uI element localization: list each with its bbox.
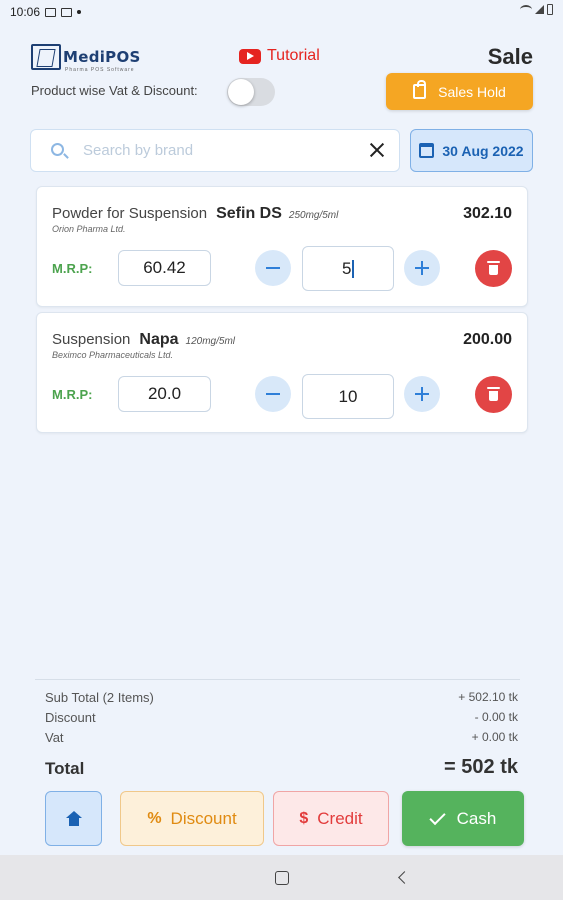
- shopping-bag-icon: [413, 80, 427, 99]
- quantity-value: 10: [338, 386, 358, 406]
- logo-text: MediPOS: [63, 48, 141, 66]
- logo-subtext: Pharma POS Software: [65, 67, 135, 73]
- product-name: Sefin DS: [216, 205, 282, 222]
- mrp-field[interactable]: 20.0: [118, 376, 211, 412]
- home-button[interactable]: [45, 791, 102, 846]
- product-name: Napa: [139, 331, 179, 348]
- product-company: Orion Pharma Ltd.: [52, 224, 126, 234]
- logo-mark-icon: [31, 44, 61, 70]
- total-value: = 502 tk: [444, 756, 518, 778]
- discount-button-label: Discount: [170, 808, 237, 828]
- product-line-total: 302.10: [463, 205, 512, 222]
- subtotal-label: Sub Total (2 Items): [45, 690, 154, 705]
- product-type: Powder for Suspension: [52, 205, 208, 222]
- gallery-notification-icon: [45, 7, 57, 17]
- vat-discount-toggle[interactable]: [227, 78, 275, 106]
- quantity-value: 5: [342, 258, 352, 278]
- credit-button-label: Credit: [317, 808, 363, 828]
- toggle-knob: [228, 79, 254, 105]
- system-nav-bar: [0, 855, 563, 900]
- calendar-icon: [419, 143, 435, 158]
- medipos-logo: MediPOS Pharma POS Software: [31, 44, 141, 73]
- decrease-quantity-button[interactable]: [255, 250, 291, 286]
- product-company: Beximco Pharmaceuticals Ltd.: [52, 350, 174, 360]
- notification-dot-icon: [77, 10, 82, 14]
- sales-hold-button[interactable]: Sales Hold: [386, 73, 533, 110]
- subtotal-value: + 502.10 tk: [458, 690, 518, 704]
- discount-label: Discount: [45, 710, 96, 725]
- signal-icon: [535, 5, 544, 14]
- status-time: 10:06: [10, 5, 41, 19]
- product-type: Suspension: [52, 331, 131, 348]
- status-bar: 10:06: [0, 0, 563, 24]
- quantity-field[interactable]: 10: [302, 374, 394, 419]
- search-input[interactable]: [83, 130, 363, 171]
- search-icon: [51, 143, 64, 156]
- product-line-total: 200.00: [463, 331, 512, 348]
- increase-quantity-button[interactable]: [404, 250, 440, 286]
- mrp-label: M.R.P:: [52, 261, 93, 276]
- delete-item-button[interactable]: [475, 376, 512, 413]
- trash-icon: [487, 261, 500, 275]
- check-icon: [429, 808, 446, 825]
- tutorial-link[interactable]: Tutorial: [239, 47, 320, 65]
- header: MediPOS Pharma POS Software Tutorial Sal…: [0, 40, 563, 110]
- delete-item-button[interactable]: [475, 250, 512, 287]
- tutorial-label: Tutorial: [267, 47, 320, 64]
- cash-button[interactable]: Cash: [402, 791, 524, 846]
- vat-value: + 0.00 tk: [471, 730, 518, 744]
- sales-hold-label: Sales Hold: [438, 83, 506, 100]
- mrp-value: 20.0: [147, 384, 182, 403]
- increase-quantity-button[interactable]: [404, 376, 440, 412]
- product-strength: 250mg/5ml: [288, 210, 339, 221]
- cart-item: Suspension Napa 120mg/5ml Beximco Pharma…: [36, 312, 528, 433]
- mail-notification-icon: [61, 7, 73, 17]
- discount-button[interactable]: % Discount: [120, 791, 264, 846]
- summary-divider: [35, 679, 520, 680]
- decrease-quantity-button[interactable]: [255, 376, 291, 412]
- total-label: Total: [45, 759, 85, 778]
- page-title: Sale: [487, 44, 533, 69]
- nav-home-icon[interactable]: [275, 871, 289, 885]
- mrp-field[interactable]: 60.42: [118, 250, 211, 286]
- mrp-label: M.R.P:: [52, 387, 93, 402]
- credit-button[interactable]: $ Credit: [273, 791, 389, 846]
- clear-search-icon[interactable]: [369, 142, 385, 158]
- vat-label: Vat: [45, 730, 64, 745]
- vat-discount-toggle-label: Product wise Vat & Discount:: [31, 83, 198, 98]
- battery-icon: [547, 4, 553, 15]
- date-picker-button[interactable]: 30 Aug 2022: [410, 129, 533, 172]
- mrp-value: 60.42: [143, 258, 186, 277]
- discount-value: - 0.00 tk: [474, 710, 518, 724]
- search-bar: [30, 129, 400, 172]
- percent-icon: %: [147, 809, 162, 827]
- text-cursor: [352, 259, 354, 278]
- cash-button-label: Cash: [456, 808, 497, 828]
- dollar-icon: $: [299, 809, 309, 827]
- cart-item: Powder for Suspension Sefin DS 250mg/5ml…: [36, 186, 528, 307]
- nav-back-icon[interactable]: [398, 871, 411, 884]
- trash-icon: [487, 387, 500, 401]
- wifi-icon: [520, 5, 532, 14]
- youtube-icon: [239, 48, 261, 64]
- product-strength: 120mg/5ml: [185, 336, 235, 347]
- quantity-field[interactable]: 5: [302, 246, 394, 291]
- date-label: 30 Aug 2022: [442, 142, 524, 159]
- home-icon: [66, 811, 82, 826]
